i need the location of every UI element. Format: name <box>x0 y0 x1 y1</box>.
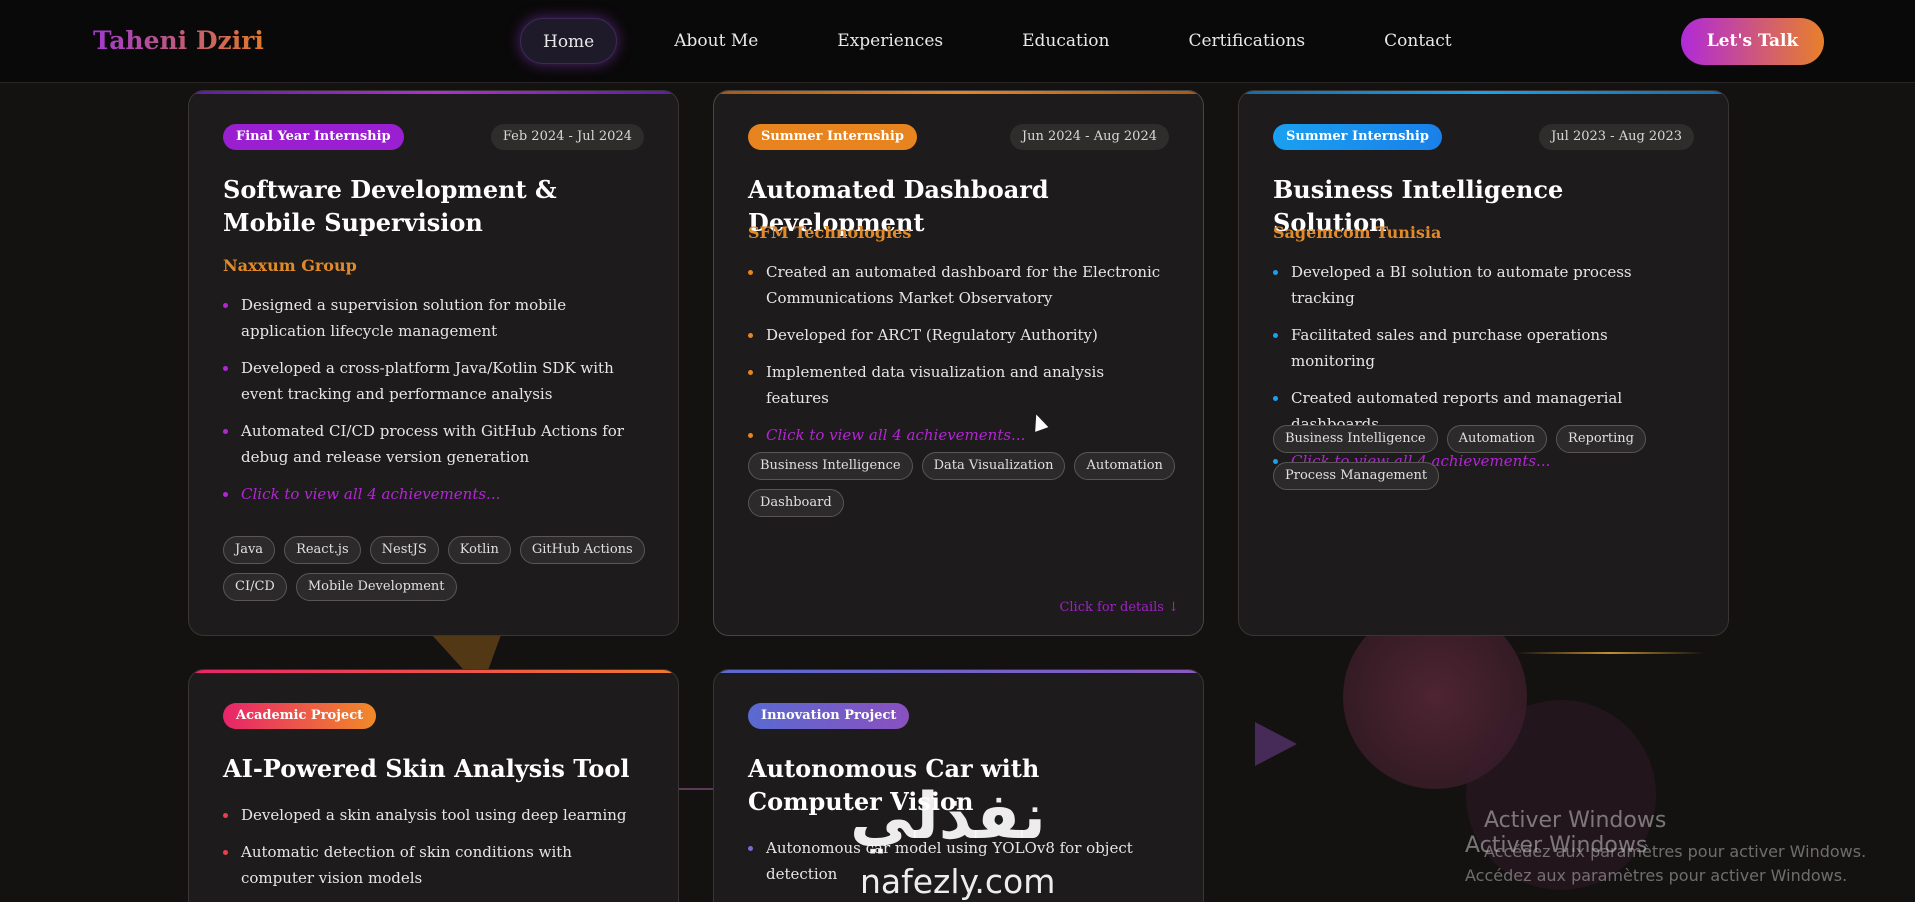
tag-list: Java React.js NestJS Kotlin GitHub Actio… <box>223 536 653 601</box>
card-accent-bar <box>189 670 678 673</box>
tag-list: Business Intelligence Data Visualization… <box>748 452 1178 517</box>
experience-card[interactable]: Final Year Internship Feb 2024 - Jul 202… <box>188 90 679 636</box>
nav-link-experiences[interactable]: Experiences <box>815 18 965 64</box>
brand-logo[interactable]: Taheni Dziri <box>93 26 264 55</box>
lets-talk-button[interactable]: Let's Talk <box>1681 18 1824 65</box>
tag: NestJS <box>369 536 439 564</box>
tag: Mobile Development <box>295 573 457 601</box>
overlay-logo-latin: nafezly.com <box>860 862 1056 901</box>
card-badge: Innovation Project <box>748 703 910 729</box>
navbar: Taheni Dziri Home About Me Experiences E… <box>0 0 1915 83</box>
decor-triangle <box>1255 722 1297 766</box>
card-company: Sagemcom Tunisia <box>1273 223 1442 242</box>
achievement-item: Designed a supervision solution for mobi… <box>223 292 643 344</box>
tag: Business Intelligence <box>1273 425 1438 453</box>
achievement-item: Developed a cross-platform Java/Kotlin S… <box>223 355 643 407</box>
overlay-logo-arabic: نفذلي <box>850 780 1046 854</box>
tag: Process Management <box>1273 462 1440 490</box>
card-date: Jun 2024 - Aug 2024 <box>1009 124 1169 150</box>
tag: Dashboard <box>748 489 844 517</box>
tag: Kotlin <box>447 536 511 564</box>
card-badge: Summer Internship <box>1273 124 1442 150</box>
achievement-item: Implemented data visualization and analy… <box>748 359 1168 411</box>
achievement-list: Created an automated dashboard for the E… <box>748 259 1168 459</box>
nav-link-contact[interactable]: Contact <box>1362 18 1474 64</box>
experience-card[interactable]: Summer Internship Jul 2023 - Aug 2023 Bu… <box>1238 90 1729 636</box>
windows-watermark-text: Accédez aux paramètres pour activer Wind… <box>1465 866 1848 885</box>
project-card[interactable]: Academic Project AI-Powered Skin Analysi… <box>188 669 679 902</box>
tag: React.js <box>284 536 361 564</box>
tag: CI/CD <box>223 573 287 601</box>
tag: Reporting <box>1556 425 1646 453</box>
nav-link-certifications[interactable]: Certifications <box>1166 18 1327 64</box>
tag: GitHub Actions <box>519 536 645 564</box>
achievement-list: Designed a supervision solution for mobi… <box>223 292 643 518</box>
tag: Automation <box>1446 425 1548 453</box>
view-achievements-link[interactable]: Click to view all 4 achievements... <box>748 422 1168 448</box>
tag: Business Intelligence <box>748 452 913 480</box>
achievement-item: Developed a BI solution to automate proc… <box>1273 259 1693 311</box>
nav-link-home[interactable]: Home <box>520 18 618 64</box>
tag: Automation <box>1074 452 1175 480</box>
card-accent-bar <box>189 91 678 94</box>
card-badge: Final Year Internship <box>223 124 404 150</box>
achievement-item: Developed a skin analysis tool using dee… <box>223 802 643 828</box>
windows-watermark-text: Accédez aux paramètres pour activer Wind… <box>1484 842 1867 861</box>
achievement-item: Facilitated sales and purchase operation… <box>1273 322 1693 374</box>
nav-links: Home About Me Experiences Education Cert… <box>520 18 1509 64</box>
card-date: Jul 2023 - Aug 2023 <box>1539 124 1694 150</box>
card-badge: Academic Project <box>223 703 377 729</box>
achievement-item: Automatic detection of skin conditions w… <box>223 839 643 891</box>
nav-link-education[interactable]: Education <box>1000 18 1131 64</box>
details-link[interactable]: Click for details ↓ <box>1059 600 1179 615</box>
card-accent-bar <box>714 91 1203 94</box>
windows-watermark-title: Activer Windows <box>1484 808 1667 833</box>
tag: Data Visualization <box>921 452 1066 480</box>
tag-list: Business Intelligence Automation Reporti… <box>1273 425 1703 490</box>
achievement-list: Developed a skin analysis tool using dee… <box>223 802 643 902</box>
achievement-item: Developed for ARCT (Regulatory Authority… <box>748 322 1168 348</box>
card-accent-bar <box>714 670 1203 673</box>
card-accent-bar <box>1239 91 1728 94</box>
tag: Java <box>223 536 276 564</box>
card-title: AI-Powered Skin Analysis Tool <box>223 754 630 783</box>
achievement-item: Created an automated dashboard for the E… <box>748 259 1168 311</box>
view-achievements-link[interactable]: Click to view all 4 achievements... <box>223 481 643 507</box>
card-title: Software Development & Mobile Supervisio… <box>223 175 557 237</box>
experience-card[interactable]: Summer Internship Jun 2024 - Aug 2024 Au… <box>713 90 1204 636</box>
card-date: Feb 2024 - Jul 2024 <box>490 124 644 150</box>
nav-link-about[interactable]: About Me <box>652 18 780 64</box>
card-badge: Summer Internship <box>748 124 917 150</box>
achievement-item: Automated CI/CD process with GitHub Acti… <box>223 418 643 470</box>
card-company: Naxxum Group <box>223 256 357 275</box>
card-company: SFM Technologies <box>748 223 912 242</box>
decor-circle <box>1466 700 1656 890</box>
decor-line <box>1515 652 1705 654</box>
